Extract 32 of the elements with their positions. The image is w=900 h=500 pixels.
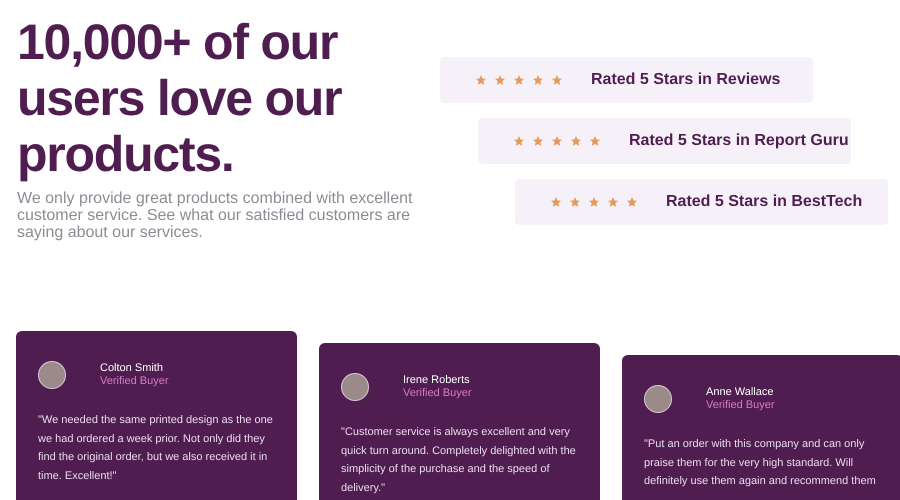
star-icon [513,74,525,86]
testimonial-quote: "Put an order with this company and can only praise them for the very high standard. Will definitely use them again and recommend them [644,437,877,489]
testimonial-quote: "We needed the same printed design as the one we had ordered a week prior. Not only did they find the original order, but we also received it in time. Excellent!" [38,413,274,484]
star-icon [589,135,601,147]
star-icon [551,74,563,86]
star-icon [494,74,506,86]
verified-label: Verified Buyer [706,399,774,412]
customer-name: Anne Wallace [706,386,774,399]
star-icon [588,196,600,208]
customer-name: Irene Roberts [403,374,471,387]
avatar [38,361,66,389]
verified-label: Verified Buyer [403,387,472,400]
headline: 10,000+ of our users love our products. [17,14,343,182]
avatar [341,373,369,401]
rating-label: Rated 5 Stars in BestTech [666,192,862,212]
rating-label: Rated 5 Stars in Reviews [591,70,780,90]
avatar [644,385,672,413]
rating-label: Rated 5 Stars in Report Guru [629,131,849,151]
customer-name: Colton Smith [100,362,164,375]
star-icon [532,74,544,86]
star-icon [475,74,487,86]
star-icon [513,135,525,147]
star-icon [570,135,582,147]
verified-label: Verified Buyer [100,375,168,388]
intro-paragraph: We only provide great products combined with excellent customer service. See what our satisfied customers are saying about our services. [17,190,414,241]
star-icon [607,196,619,208]
star-icon [532,135,544,147]
star-icon [569,196,581,208]
star-icon [551,135,563,147]
testimonial-quote: "Customer service is always excellent and very quick turn around. Completely delighted with the simplicity of the purchase and the speed of delivery." [341,425,577,496]
star-icon [626,196,638,208]
star-icon [550,196,562,208]
